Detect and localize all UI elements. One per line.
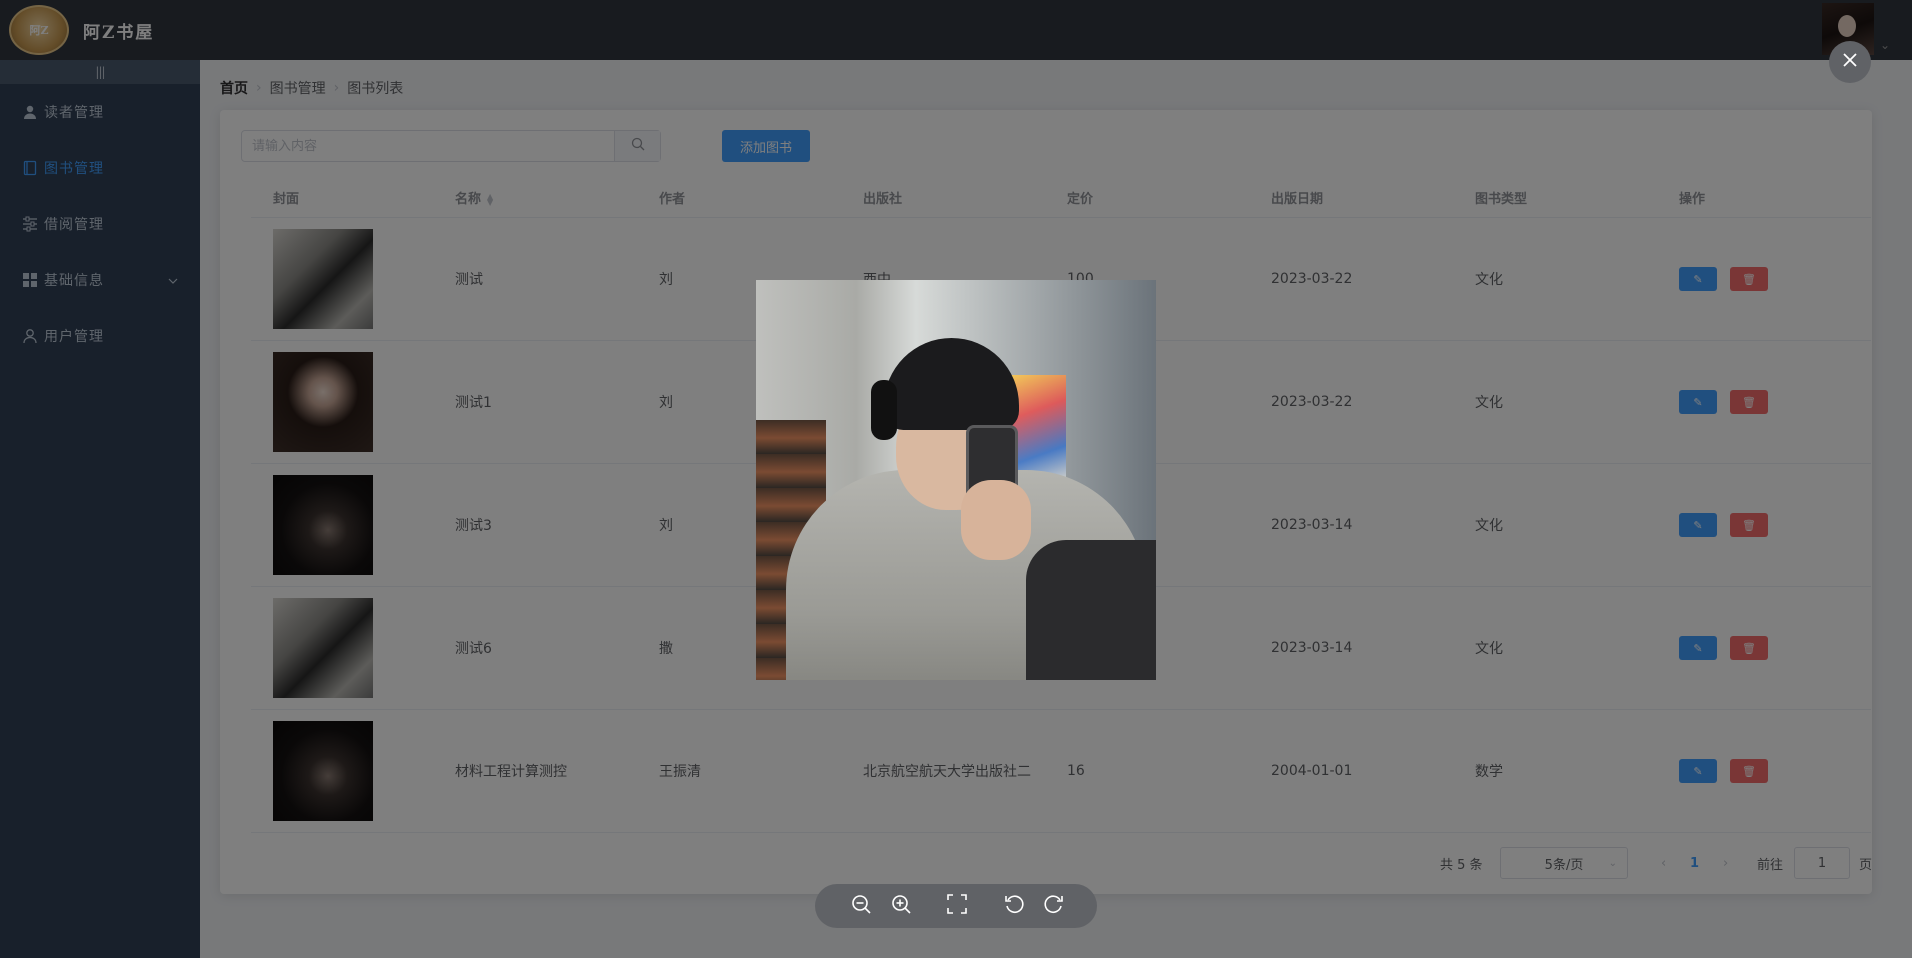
close-icon [1841, 51, 1859, 73]
zoom-out-icon [850, 893, 872, 919]
rotate-right-icon [1043, 893, 1065, 919]
zoom-in-icon [890, 893, 912, 919]
close-preview-button[interactable] [1829, 41, 1871, 83]
rotate-right-button[interactable] [1039, 891, 1069, 921]
rotate-left-icon [1003, 893, 1025, 919]
zoom-out-button[interactable] [846, 891, 876, 921]
fullscreen-icon [946, 893, 968, 919]
zoom-in-button[interactable] [886, 891, 916, 921]
preview-image[interactable] [756, 280, 1156, 680]
fullscreen-button[interactable] [942, 891, 972, 921]
preview-toolbar [815, 884, 1097, 928]
rotate-left-button[interactable] [999, 891, 1029, 921]
